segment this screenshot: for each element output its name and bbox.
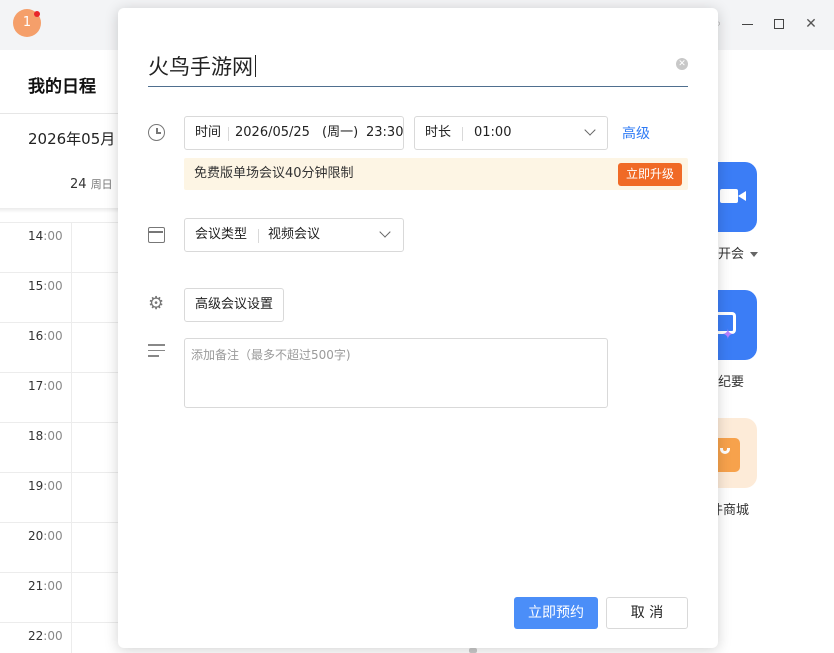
hour-row[interactable]: 14:00 [0,222,118,272]
schedule-meeting-dialog: 火鸟手游网 ✕ 时间 2026/05/25 (周一) 23:30 时长 01:0… [118,8,718,648]
notification-dot-icon [34,11,40,17]
calendar-header-shadow [0,208,118,213]
day-number: 24 [70,177,87,192]
day-weekday: 周日 [90,178,113,191]
upgrade-button[interactable]: 立即升级 [618,163,682,186]
notification-count: 1 [22,15,32,30]
calendar-icon [148,227,165,243]
store-app[interactable] [718,418,757,488]
clock-value: 23:30 [366,125,404,140]
weekday-value: (周一) [322,125,359,140]
gear-icon: ⚙ [148,293,165,314]
close-window-button[interactable]: ✕ [801,14,821,34]
duration-select[interactable]: 时长 01:00 [414,116,608,150]
minimize-icon [741,23,753,25]
notice-text: 免费版单场会议40分钟限制 [194,166,354,181]
field-separator [228,127,229,141]
hour-row[interactable]: 21:00 [0,572,118,622]
hour-row[interactable]: 19:00 [0,472,118,522]
hour-label: 17:00 [28,379,63,393]
clock-icon [148,124,165,141]
hour-label: 19:00 [28,479,63,493]
sparkle-icon: ✦ [722,327,734,343]
month-selector[interactable]: 2026年05月 [28,128,115,149]
hour-label: 20:00 [28,529,63,543]
start-meeting-label[interactable]: 开会 [718,243,759,262]
scrollbar[interactable] [469,648,477,653]
hour-label: 16:00 [28,329,63,343]
header-divider [0,113,118,114]
hour-row[interactable]: 15:00 [0,272,118,322]
hour-label: 14:00 [28,229,63,243]
hour-row[interactable]: 17:00 [0,372,118,422]
start-meeting-app[interactable] [718,162,757,232]
chevron-down-icon [379,226,391,238]
hour-row[interactable]: 20:00 [0,522,118,572]
page-title: 我的日程 [28,77,96,97]
date-value: 2026/05/25 [235,125,310,140]
field-separator [258,229,259,243]
day-header[interactable]: 24 周日 [70,176,113,192]
meeting-type-value: 视频会议 [268,227,321,242]
minimize-button[interactable] [737,14,757,34]
advanced-settings-button[interactable]: 高级会议设置 [184,288,284,322]
hour-row[interactable]: 18:00 [0,422,118,472]
meeting-title-input[interactable]: 火鸟手游网 [148,51,256,81]
duration-label: 时长 [425,125,452,140]
hour-row[interactable]: 16:00 [0,322,118,372]
shopping-bag-icon [718,438,740,472]
text-cursor [255,55,256,77]
hour-label: 15:00 [28,279,63,293]
chevron-down-icon [584,124,596,136]
free-plan-notice: 免费版单场会议40分钟限制 立即升级 [184,158,688,190]
minutes-app[interactable]: ✦ [718,290,757,360]
time-label: 时间 [195,125,222,140]
clear-icon[interactable]: ✕ [676,58,688,70]
maximize-button[interactable] [769,14,789,34]
advanced-time-link[interactable]: 高级 [622,123,650,143]
cancel-button[interactable]: 取 消 [606,597,688,629]
hour-label: 18:00 [28,429,63,443]
field-separator [462,127,463,141]
minutes-label[interactable]: 纪要 [718,371,744,390]
day-column-divider [71,222,72,653]
video-camera-icon [720,189,738,203]
maximize-icon [774,19,784,29]
video-camera-lens-icon [738,191,746,201]
meeting-type-label: 会议类型 [195,227,248,242]
title-underline [148,86,688,87]
remark-input[interactable] [184,338,608,408]
hour-label: 22:00 [28,629,63,643]
chevron-down-icon [750,252,759,257]
meeting-type-select[interactable]: 会议类型 视频会议 [184,218,404,252]
hour-row[interactable]: 22:00 [0,622,118,653]
book-now-button[interactable]: 立即预约 [514,597,598,629]
hour-label: 21:00 [28,579,63,593]
notes-icon [148,344,165,361]
time-picker[interactable]: 时间 2026/05/25 (周一) 23:30 [184,116,404,150]
duration-value: 01:00 [474,125,512,140]
close-icon: ✕ [805,16,817,32]
meeting-title-value: 火鸟手游网 [148,55,253,79]
